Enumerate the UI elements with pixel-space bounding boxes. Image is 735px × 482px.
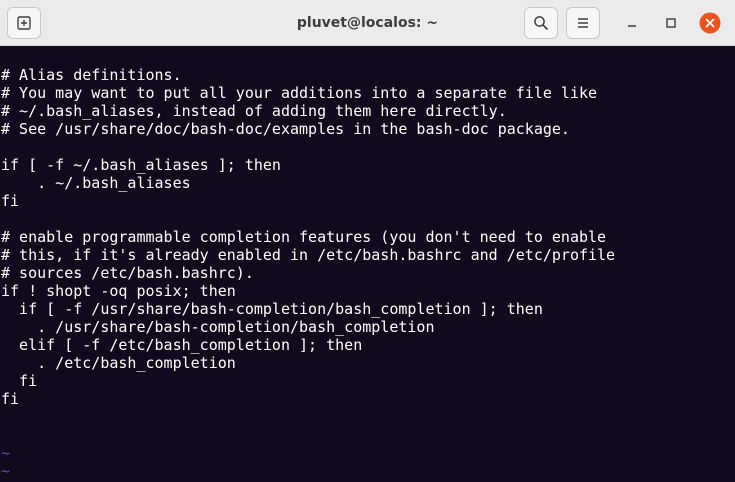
terminal-line: fi xyxy=(1,390,20,408)
terminal-line: if [ -f /usr/share/bash-completion/bash_… xyxy=(1,300,543,318)
close-button[interactable] xyxy=(699,12,721,34)
terminal-lines: # Alias definitions. # You may want to p… xyxy=(1,66,615,480)
terminal-line: elif [ -f /etc/bash_completion ]; then xyxy=(1,336,363,354)
terminal-line: . /usr/share/bash-completion/bash_comple… xyxy=(1,318,435,336)
minimize-icon xyxy=(628,25,636,27)
search-icon xyxy=(534,16,548,30)
title-bar: pluvet@localos: ~ xyxy=(0,0,735,46)
empty-buffer-tilde: ~ xyxy=(1,462,11,480)
terminal-line: fi xyxy=(1,192,20,210)
close-icon xyxy=(699,12,721,34)
maximize-button[interactable] xyxy=(660,12,682,34)
terminal-line: # enable programmable completion feature… xyxy=(1,228,607,246)
minimize-button[interactable] xyxy=(621,12,643,34)
terminal-line: . /etc/bash_completion xyxy=(1,354,236,372)
terminal-output[interactable]: # Alias definitions. # You may want to p… xyxy=(0,46,735,482)
terminal-line: if ! shopt -oq posix; then xyxy=(1,282,236,300)
terminal-line: # You may want to put all your additions… xyxy=(1,84,598,102)
empty-buffer-tilde: ~ xyxy=(1,444,11,462)
terminal-line: . ~/.bash_aliases xyxy=(1,174,191,192)
hamburger-menu-icon xyxy=(578,18,588,28)
new-tab-icon xyxy=(17,16,31,30)
terminal-line: if [ -f ~/.bash_aliases ]; then xyxy=(1,156,281,174)
terminal-line: # ~/.bash_aliases, instead of adding the… xyxy=(1,102,507,120)
terminal-line: # See /usr/share/doc/bash-doc/examples i… xyxy=(1,120,570,138)
terminal-line: # Alias definitions. xyxy=(1,66,182,84)
maximize-icon xyxy=(666,18,676,28)
terminal-line: # this, if it's already enabled in /etc/… xyxy=(1,246,616,264)
new-tab-button[interactable] xyxy=(7,7,41,39)
search-button[interactable] xyxy=(524,7,558,39)
terminal-line: fi xyxy=(1,372,38,390)
terminal-line: # sources /etc/bash.bashrc). xyxy=(1,264,254,282)
menu-button[interactable] xyxy=(566,7,600,39)
terminal-window: pluvet@localos: ~ # Alias definitions. #… xyxy=(0,0,735,482)
terminal-scrollbar[interactable] xyxy=(729,46,735,482)
